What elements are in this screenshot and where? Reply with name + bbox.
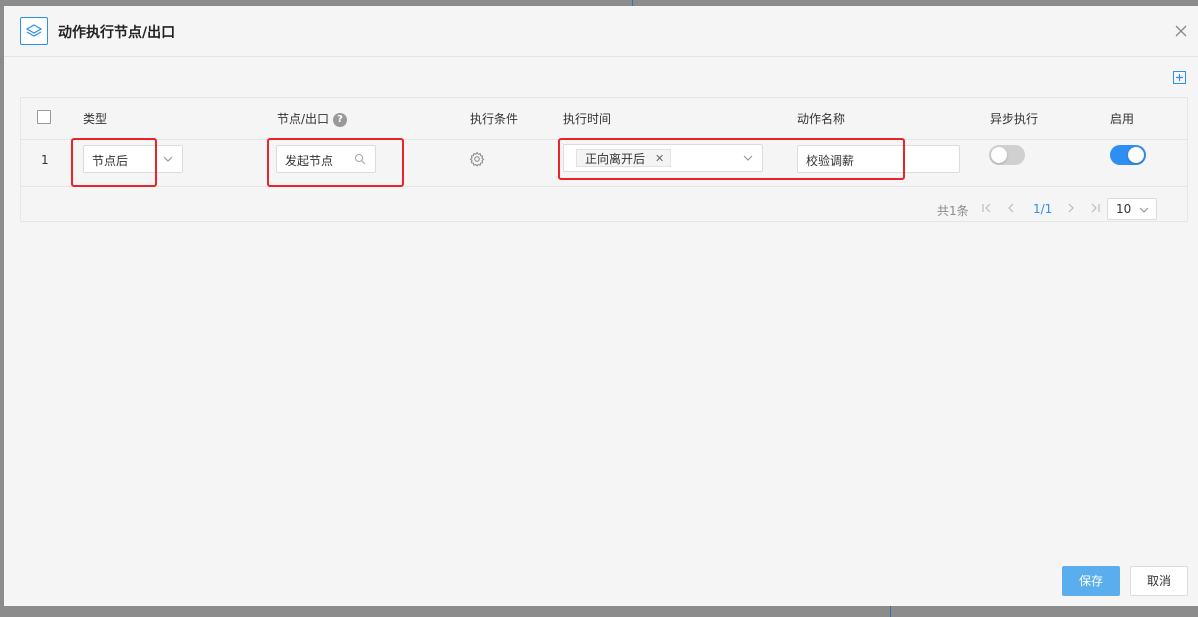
header-exec-time: 执行时间 [563, 112, 612, 126]
tag-remove-icon[interactable]: ✕ [655, 152, 664, 165]
pagination: 共1条 1/1 10 [937, 198, 1167, 220]
async-toggle[interactable] [989, 145, 1025, 165]
type-select[interactable]: 节点后 [83, 145, 183, 173]
header-node-exit-label: 节点/出口 [277, 112, 330, 126]
table-header: 类型 节点/出口? 执行条件 执行时间 动作名称 异步执行 启用 [21, 98, 1187, 140]
next-page-icon[interactable] [1065, 201, 1077, 215]
header-action-name: 动作名称 [797, 112, 846, 126]
header-condition: 执行条件 [470, 112, 519, 126]
layers-icon [20, 17, 48, 45]
node-search-input[interactable]: 发起节点 [276, 145, 376, 173]
header-type: 类型 [83, 112, 108, 126]
header-async: 异步执行 [990, 112, 1039, 126]
header-enabled: 启用 [1110, 112, 1135, 126]
action-name-value: 校验调薪 [806, 154, 855, 168]
chevron-down-icon [1139, 207, 1149, 213]
exec-time-tag-label: 正向离开后 [585, 151, 646, 166]
select-all-checkbox[interactable] [37, 110, 51, 124]
pagination-current: 1/1 [1033, 202, 1053, 216]
chevron-down-icon [163, 156, 173, 162]
node-search-value: 发起节点 [285, 154, 334, 168]
table-row: 1 节点后 发起节点 正向离开后 ✕ 校验调薪 [21, 139, 1187, 187]
last-page-icon[interactable] [1089, 201, 1101, 215]
dialog-header: 动作执行节点/出口 [4, 6, 1198, 57]
dialog-title: 动作执行节点/出口 [58, 25, 176, 41]
first-page-icon[interactable] [981, 201, 993, 215]
save-button[interactable]: 保存 [1062, 566, 1120, 596]
exec-time-select[interactable]: 正向离开后 ✕ [563, 144, 763, 172]
page-size-value: 10 [1116, 202, 1132, 216]
header-node-exit: 节点/出口? [277, 110, 348, 127]
cancel-button[interactable]: 取消 [1130, 566, 1188, 596]
toggle-knob [1128, 147, 1144, 163]
background-divider [890, 606, 891, 617]
type-select-value: 节点后 [92, 154, 129, 168]
gear-icon[interactable] [469, 151, 485, 167]
help-icon[interactable]: ? [333, 112, 348, 127]
exec-time-tag: 正向离开后 ✕ [576, 149, 672, 167]
action-node-dialog: 动作执行节点/出口 类型 节点/出口? 执行条件 执行时间 动作名称 异步执行 … [4, 6, 1198, 606]
chevron-down-icon [743, 155, 753, 161]
close-icon[interactable] [1174, 24, 1188, 38]
prev-page-icon[interactable] [1005, 201, 1017, 215]
action-name-input[interactable]: 校验调薪 [797, 145, 960, 173]
page-size-select[interactable]: 10 [1107, 198, 1157, 220]
action-table: 类型 节点/出口? 执行条件 执行时间 动作名称 异步执行 启用 1 节点后 发… [20, 97, 1188, 222]
pagination-total: 共1条 [937, 204, 969, 218]
enabled-toggle[interactable] [1110, 145, 1146, 165]
plus-square-icon[interactable] [1173, 71, 1186, 84]
search-icon[interactable] [354, 153, 366, 165]
row-index: 1 [41, 153, 49, 167]
toggle-knob [991, 147, 1007, 163]
